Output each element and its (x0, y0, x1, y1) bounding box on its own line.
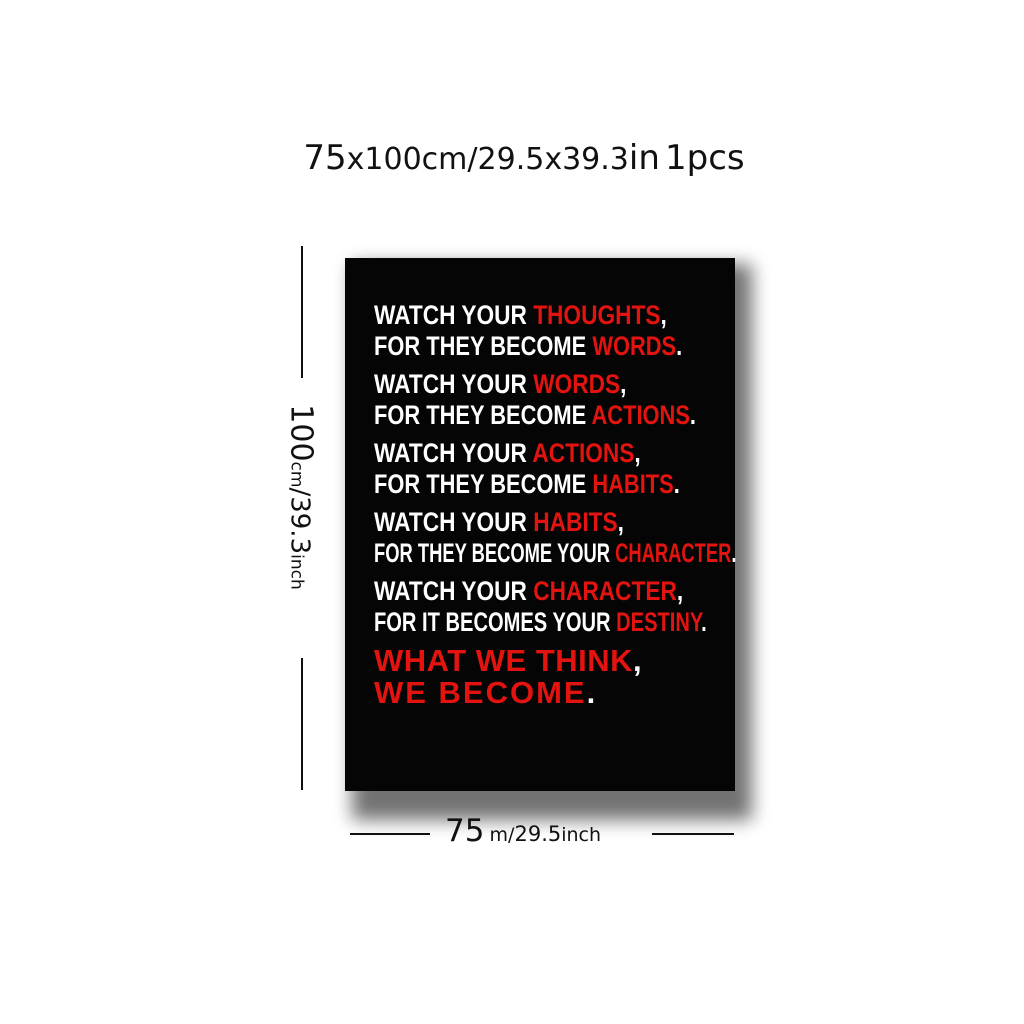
verse-punct: , (634, 438, 641, 468)
verse-keyword: THOUGHTS (533, 300, 661, 330)
verse-keyword: CHARACTER (533, 576, 677, 606)
verse-punct: , (676, 576, 684, 606)
verse-punct: . (673, 469, 680, 499)
verse-line: WATCH YOUR HABITS, (374, 507, 668, 538)
height-value: 100 (283, 404, 319, 462)
size-width-in: 29.5 (477, 142, 545, 177)
final-text: WHAT WE THINK (374, 643, 634, 678)
verse-character: WATCH YOUR CHARACTER, FOR IT BECOMES YOU… (374, 576, 724, 638)
size-times-1: x (346, 142, 365, 177)
verse-line: FOR THEY BECOME HABITS. (374, 469, 680, 500)
size-height-cm: 100cm (364, 142, 468, 177)
verse-line: FOR THEY BECOME ACTIONS. (374, 400, 696, 431)
verse-words: WATCH YOUR WORDS, FOR THEY BECOME ACTION… (374, 369, 724, 431)
verse-line: FOR IT BECOMES YOUR DESTINY. (374, 607, 707, 638)
width-inch-value: 29.5 (514, 822, 562, 846)
final-text: WE BECOME (374, 675, 587, 710)
height-dimension-line-bottom (301, 658, 303, 790)
final-punct: . (586, 675, 598, 710)
poster-quote: WATCH YOUR THOUGHTS, FOR THEY BECOME WOR… (374, 300, 736, 709)
verse-line: WATCH YOUR WORDS, (374, 369, 668, 400)
verse-text: WATCH YOUR (374, 300, 534, 330)
final-line: WE BECOME. (374, 677, 724, 709)
height-dimension-line-top (301, 246, 303, 378)
verse-keyword: DESTINY (616, 607, 702, 637)
size-separator: / (467, 142, 478, 177)
verse-text: FOR THEY BECOME (374, 400, 592, 430)
final-punct: , (633, 643, 643, 678)
verse-keyword: WORDS (533, 369, 621, 399)
height-inch-value: 39.3 (284, 496, 315, 555)
verse-line: FOR THEY BECOME WORDS. (374, 331, 682, 362)
verse-text: WATCH YOUR (374, 576, 534, 606)
verse-text: FOR THEY BECOME (374, 331, 593, 361)
verse-punct: . (701, 607, 707, 637)
height-inch-unit: inch (286, 554, 307, 590)
width-dimension-line-left (350, 833, 430, 835)
verse-text: WATCH YOUR (374, 507, 534, 537)
verse-keyword: CHARACTER (615, 538, 732, 568)
verse-line: WATCH YOUR CHARACTER, (374, 576, 683, 607)
size-title: 75x100cm/29.5x39.3in 1pcs (0, 138, 1024, 178)
size-pcs: pcs (686, 138, 745, 178)
verse-keyword: ACTIONS (591, 400, 690, 430)
verse-text: FOR IT BECOMES YOUR (374, 607, 617, 637)
verse-punct: . (731, 538, 737, 568)
verse-keyword: HABITS (533, 507, 618, 537)
verse-punct: . (676, 331, 683, 361)
final-statement: WHAT WE THINK, WE BECOME. (374, 645, 724, 709)
size-times-2: x (544, 142, 563, 177)
width-dimension-label: 75 m/29.5inch (445, 813, 601, 849)
verse-keyword: ACTIONS (532, 438, 635, 468)
height-slash: / (284, 487, 315, 497)
verse-keyword: HABITS (592, 469, 674, 499)
final-line: WHAT WE THINK, (374, 645, 724, 677)
verse-habits: WATCH YOUR HABITS, FOR THEY BECOME YOUR … (374, 507, 736, 569)
verse-line: WATCH YOUR ACTIONS, (374, 438, 668, 469)
verse-keyword: WORDS (592, 331, 677, 361)
verse-punct: , (620, 369, 627, 399)
size-in-unit: in (628, 138, 660, 178)
verse-line: FOR THEY BECOME YOUR CHARACTER. (374, 538, 736, 569)
verse-punct: , (660, 300, 667, 330)
width-value: 75 (445, 813, 485, 849)
height-dimension-label: 100cm/39.3inch (284, 404, 319, 589)
size-height-in: 39.3 (562, 142, 629, 177)
width-inch-unit: inch (561, 824, 602, 846)
verse-text: FOR THEY BECOME YOUR (374, 538, 616, 568)
verse-line: WATCH YOUR THOUGHTS, (374, 300, 668, 331)
size-count: 1 (664, 138, 687, 178)
width-unit: m/ (489, 824, 515, 846)
height-unit: cm (286, 461, 307, 488)
verse-punct: . (689, 400, 697, 430)
verse-thoughts: WATCH YOUR THOUGHTS, FOR THEY BECOME WOR… (374, 300, 724, 362)
size-width-cm: 75 (303, 138, 347, 178)
verse-text: WATCH YOUR (374, 369, 534, 399)
verse-actions: WATCH YOUR ACTIONS, FOR THEY BECOME HABI… (374, 438, 724, 500)
verse-punct: , (617, 507, 624, 537)
verse-text: WATCH YOUR (374, 438, 533, 468)
width-dimension-line-right (652, 833, 734, 835)
verse-text: FOR THEY BECOME (374, 469, 593, 499)
